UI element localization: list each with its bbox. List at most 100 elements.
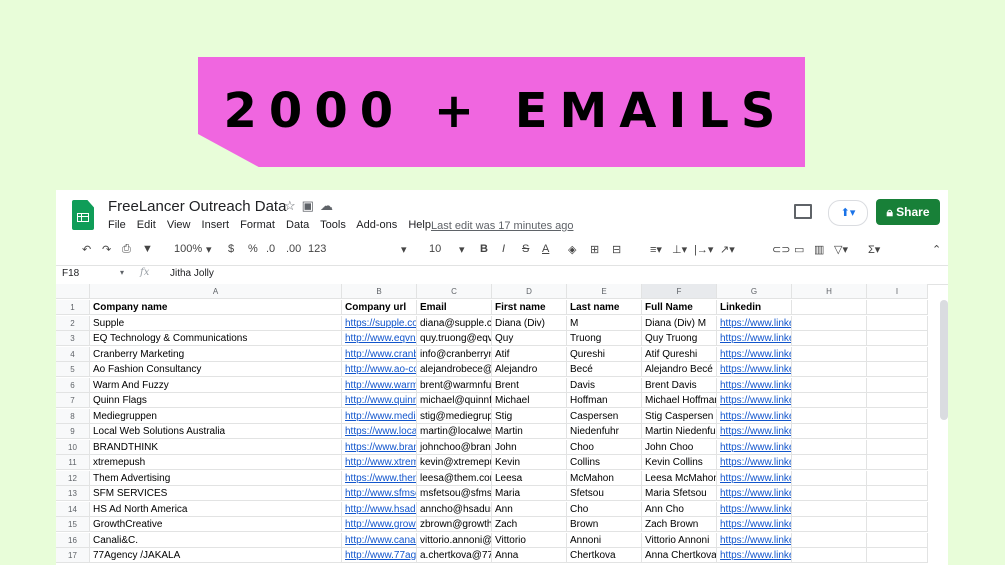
cell-company-name[interactable]: Cranberry Marketing	[90, 346, 342, 362]
cell-company-url[interactable]: https://www.bran	[342, 439, 417, 455]
cell-full-name[interactable]: Michael Hoffman	[642, 393, 717, 408]
redo-icon[interactable]: ↷	[102, 243, 111, 256]
cell-h[interactable]	[792, 362, 867, 377]
number-format-button[interactable]: 123	[308, 243, 326, 255]
cell-company-url[interactable]: https://supple.co	[342, 315, 417, 331]
collapse-chevron-up-icon[interactable]: ⌃	[932, 243, 941, 256]
cell-full-name[interactable]: Alejandro Becé	[642, 362, 717, 377]
sheets-logo-icon[interactable]	[72, 200, 94, 230]
cell-company-name[interactable]: SFM SERVICES	[90, 486, 342, 501]
cell-email[interactable]: info@cranberryn	[417, 346, 492, 362]
cell-company-name[interactable]: Canali&C.	[90, 532, 342, 548]
column-header-b[interactable]: B	[342, 284, 417, 299]
cell-linkedin[interactable]: https://www.linkedin.com/in/atif-qureshi…	[717, 346, 792, 362]
cell-email[interactable]: martin@localwel	[417, 424, 492, 439]
cell-last-name[interactable]: Qureshi	[567, 346, 642, 362]
cell-linkedin[interactable]: https://www.linkedin.com/in/vittorio-ann…	[717, 532, 792, 548]
cell-i[interactable]	[867, 532, 928, 548]
vertical-align-icon[interactable]: ⊥▾	[672, 243, 687, 256]
cell-last-name[interactable]: Collins	[567, 455, 642, 470]
cell-linkedin[interactable]: https://www.linkedin.com/in/alejandrobec…	[717, 362, 792, 377]
row-header[interactable]: 9	[56, 424, 90, 439]
column-header-d[interactable]: D	[492, 284, 567, 299]
increase-decimal-button[interactable]: .00	[286, 243, 301, 255]
cell-email[interactable]: msfetsou@sfmse	[417, 486, 492, 501]
cell-first-name[interactable]: Vittorio	[492, 532, 567, 548]
cell-company-url[interactable]: http://www.cranb	[342, 346, 417, 362]
row-header[interactable]: 8	[56, 408, 90, 424]
row-header[interactable]: 13	[56, 486, 90, 501]
cell-full-name[interactable]: Martin Niedenful	[642, 424, 717, 439]
document-title[interactable]: FreeLancer Outreach Data	[108, 198, 286, 215]
insert-comment-icon[interactable]: ▭	[794, 243, 804, 256]
cell-last-name[interactable]: Becé	[567, 362, 642, 377]
row-header[interactable]: 7	[56, 393, 90, 408]
row-header[interactable]: 5	[56, 362, 90, 377]
cell-full-name[interactable]: Maria Sfetsou	[642, 486, 717, 501]
cell-h[interactable]	[792, 501, 867, 517]
cell-h[interactable]	[792, 548, 867, 563]
menu-insert[interactable]: Insert	[202, 219, 230, 231]
cell-company-url[interactable]: http://www.77age	[342, 548, 417, 563]
italic-icon[interactable]: I	[502, 243, 505, 255]
paint-format-icon[interactable]: ▼	[142, 243, 153, 255]
cell-full-name[interactable]: Leesa McMahon	[642, 470, 717, 486]
merge-cells-icon[interactable]: ⊟	[612, 243, 621, 256]
column-header-g[interactable]: G	[717, 284, 792, 299]
row-header[interactable]: 12	[56, 470, 90, 486]
header-cell-company-name[interactable]: Company name	[90, 300, 342, 315]
cell-company-url[interactable]: http://www.canal	[342, 532, 417, 548]
cell-full-name[interactable]: Zach Brown	[642, 517, 717, 532]
cell-email[interactable]: zbrown@growthc	[417, 517, 492, 532]
borders-icon[interactable]: ⊞	[590, 243, 599, 256]
text-rotation-icon[interactable]: ↗▾	[720, 243, 735, 256]
cell-company-name[interactable]: EQ Technology & Communications	[90, 331, 342, 346]
column-header-i[interactable]: I	[867, 284, 928, 299]
row-header[interactable]: 10	[56, 439, 90, 455]
row-header[interactable]: 1	[56, 300, 90, 315]
cell-linkedin[interactable]: https://www.linkedin.com/in/martinnieden…	[717, 424, 792, 439]
cell-first-name[interactable]: Atif	[492, 346, 567, 362]
menu-edit[interactable]: Edit	[137, 219, 156, 231]
cell-company-name[interactable]: 77Agency /JAKALA	[90, 548, 342, 563]
cell-company-url[interactable]: https://www.them.	[342, 470, 417, 486]
cell-i[interactable]	[867, 470, 928, 486]
cell-first-name[interactable]: Alejandro	[492, 362, 567, 377]
cell-h[interactable]	[792, 331, 867, 346]
cell-last-name[interactable]: Choo	[567, 439, 642, 455]
cell-i[interactable]	[867, 548, 928, 563]
select-all-corner[interactable]	[56, 284, 90, 299]
cell-first-name[interactable]: Stig	[492, 408, 567, 424]
cell-email[interactable]: anncho@hsadus	[417, 501, 492, 517]
row-header[interactable]: 16	[56, 532, 90, 548]
formula-input[interactable]: Jitha Jolly	[170, 268, 214, 279]
cell-linkedin[interactable]: https://www.linkedin.com/in/anna-chertko…	[717, 548, 792, 563]
cell-company-url[interactable]: http://www.quinn	[342, 393, 417, 408]
cell-email[interactable]: johnchoo@branc	[417, 439, 492, 455]
cell-i[interactable]	[867, 424, 928, 439]
strikethrough-icon[interactable]: S	[522, 243, 529, 255]
cell-company-name[interactable]: Local Web Solutions Australia	[90, 424, 342, 439]
row-header[interactable]: 2	[56, 315, 90, 331]
cell-full-name[interactable]: Diana (Div) M	[642, 315, 717, 331]
cell-first-name[interactable]: John	[492, 439, 567, 455]
cell-company-url[interactable]: http://www.ao-co	[342, 362, 417, 377]
column-header-c[interactable]: C	[417, 284, 492, 299]
cell-h[interactable]	[792, 486, 867, 501]
header-cell-linkedin[interactable]: Linkedin	[717, 300, 792, 315]
cell-h[interactable]	[792, 532, 867, 548]
cell-company-name[interactable]: Warm And Fuzzy	[90, 377, 342, 393]
name-box-chevron-down-icon[interactable]: ▾	[120, 268, 124, 277]
cell-first-name[interactable]: Quy	[492, 331, 567, 346]
row-header[interactable]: 17	[56, 548, 90, 563]
cell-company-url[interactable]: http://www.warm	[342, 377, 417, 393]
cell-company-name[interactable]: xtremepush	[90, 455, 342, 470]
cell-email[interactable]: brent@warmnfuz	[417, 377, 492, 393]
name-box[interactable]: F18	[62, 268, 79, 279]
bold-icon[interactable]: B	[480, 243, 488, 255]
cell-company-name[interactable]: HS Ad North America	[90, 501, 342, 517]
cell-email[interactable]: michael@quinnfl	[417, 393, 492, 408]
print-icon[interactable]: ⎙	[122, 243, 131, 256]
text-wrapping-icon[interactable]: |→▾	[694, 243, 713, 256]
move-folder-icon[interactable]: ▣	[302, 198, 320, 213]
